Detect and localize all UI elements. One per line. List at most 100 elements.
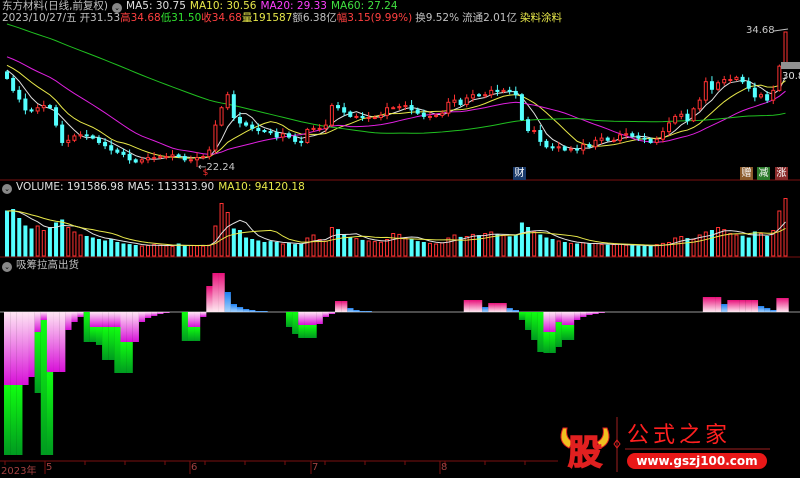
candle [538, 124, 543, 146]
indicator-absorb-bar [16, 385, 23, 455]
volume-bar [329, 227, 334, 257]
indicator-accumulate-bar [71, 312, 78, 322]
indicator-absorb-bar [83, 312, 90, 342]
indicator-distribute-bar [230, 304, 238, 312]
candle-body [237, 116, 242, 124]
price-panel[interactable] [5, 23, 789, 167]
volume-bar [575, 243, 580, 257]
indicator-absorb-bar [34, 332, 41, 393]
candle-body [697, 99, 702, 110]
volume-bar [470, 233, 475, 257]
volume-bar [538, 234, 543, 257]
candle-body [336, 105, 341, 109]
indicator-accumulate-bar [120, 312, 127, 342]
volume-bar [403, 237, 408, 257]
candle [397, 103, 402, 111]
volume-bar [268, 241, 273, 257]
candle [225, 91, 230, 111]
volume-bar [440, 242, 445, 257]
candle [305, 127, 310, 144]
volume-bar [336, 229, 341, 257]
candle-body [507, 89, 512, 92]
candle-body [115, 149, 120, 153]
volume-bar [145, 245, 150, 257]
volume-panel[interactable] [5, 198, 788, 257]
indicator-accumulate-bar [65, 312, 72, 330]
indicator-accumulate-bar [187, 312, 195, 327]
candle-body [323, 124, 328, 129]
indicator-distribute-bar [353, 310, 360, 312]
chevron-down-icon[interactable]: ⌄ [2, 262, 12, 272]
indicator-distribute-bar [365, 311, 372, 312]
indicator-accumulate-bar [95, 312, 103, 327]
volume-bar [274, 242, 279, 257]
candle-body [544, 140, 549, 148]
ma20-line [6, 56, 786, 155]
candle-body [391, 107, 396, 110]
volume-bar [483, 233, 488, 257]
candle-body [599, 137, 604, 141]
candle-body [268, 131, 273, 134]
indicator-accumulate-bar [138, 312, 146, 322]
volume-bar [581, 242, 586, 257]
indicator-pull-up-bar [782, 298, 789, 312]
candle [66, 134, 71, 147]
candle-body [164, 156, 169, 159]
indicator-title: 吸筹拉高出货 [16, 259, 79, 271]
indicator-accumulate-bar [543, 312, 550, 332]
volume-bar [434, 243, 439, 257]
volume-bar [648, 245, 653, 257]
candle-body [642, 137, 647, 140]
candle [599, 133, 604, 145]
candle [29, 107, 34, 113]
reduce-marker[interactable]: 减 [757, 167, 770, 180]
candle-body [605, 137, 610, 141]
x-axis-month: 7 [312, 462, 319, 473]
volume-bar [280, 243, 285, 257]
volume-bar [188, 245, 193, 257]
candle-body [771, 89, 776, 101]
rise-marker[interactable]: 涨 [775, 167, 788, 180]
volume-bar [568, 242, 573, 257]
ma60-value: MA60: 27.24 [330, 0, 398, 12]
volume-bar [452, 234, 457, 257]
candle [170, 150, 175, 161]
volume-bar [722, 229, 727, 257]
watermark-logo-glyph: 股 [568, 433, 602, 473]
indicator-accumulate-bar [157, 312, 164, 314]
stock-chart[interactable] [0, 0, 800, 474]
indicator-pull-up-bar [469, 300, 477, 312]
volume-bar [599, 244, 604, 257]
indicator-absorb-bar [518, 312, 526, 320]
finance-marker[interactable]: 财 [513, 167, 526, 180]
dividend-marker[interactable]: $ [199, 167, 212, 180]
candle-body [378, 114, 383, 118]
candle-body [280, 133, 285, 138]
indicator-pull-up-bar [715, 297, 722, 312]
current-price-marker [781, 62, 800, 69]
candle-body [41, 105, 46, 109]
candle-body [145, 157, 150, 161]
candle-body [103, 141, 108, 147]
volume-header: ⌄ VOLUME: 191586.98 MA5: 113313.90 MA10: 94… [2, 181, 309, 194]
candle-body [746, 81, 751, 89]
candle [17, 86, 22, 103]
volume-ma10-line [6, 210, 786, 246]
candle [489, 86, 494, 99]
indicator-accumulate-bar [28, 312, 35, 377]
volume-bar [777, 210, 782, 257]
volume-bar [489, 231, 494, 257]
candle-body [354, 115, 359, 118]
candle [115, 147, 120, 155]
candle-body [11, 77, 16, 91]
volume-bar [96, 239, 101, 257]
indicator-accumulate-bar [102, 312, 109, 327]
candle-body [415, 109, 420, 114]
candle [219, 106, 224, 127]
gift-marker[interactable]: 赠 [740, 167, 753, 180]
chevron-down-icon[interactable]: ⌄ [2, 184, 12, 194]
candle-body [624, 133, 629, 136]
candle [354, 113, 359, 119]
indicator-absorb-bar [304, 325, 311, 338]
quote-sector[interactable]: 染料涂料 [520, 12, 562, 24]
